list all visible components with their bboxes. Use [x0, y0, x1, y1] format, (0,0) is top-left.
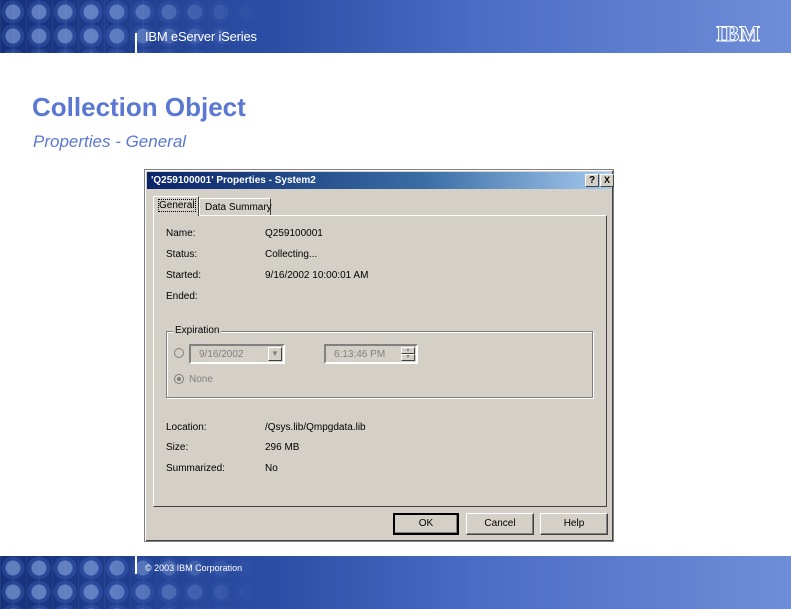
- tab-data-summary[interactable]: Data Summary: [199, 198, 272, 215]
- help-title-button[interactable]: ?: [585, 174, 599, 187]
- size-value: 296 MB: [265, 442, 300, 453]
- slide-title: Collection Object: [32, 92, 246, 122]
- help-button[interactable]: Help: [540, 513, 608, 535]
- status-label: Status:: [166, 249, 198, 260]
- summarized-value: No: [265, 463, 278, 474]
- banner-divider: [135, 33, 137, 53]
- banner-title: IBM eServer iSeries: [145, 29, 257, 44]
- slide-subtitle: Properties - General: [33, 132, 187, 151]
- location-label: Location:: [166, 422, 207, 433]
- started-value: 9/16/2002 10:00:01 AM: [265, 270, 369, 281]
- ibm-logo: IBM: [716, 21, 761, 47]
- expiration-date-radio[interactable]: [174, 348, 184, 358]
- chevron-down-icon[interactable]: ▼: [268, 347, 282, 361]
- started-label: Started:: [166, 270, 202, 281]
- expiration-date-value: 9/16/2002: [199, 349, 244, 360]
- expiration-none-radio[interactable]: [174, 374, 184, 384]
- cancel-button[interactable]: Cancel: [466, 513, 534, 535]
- expiration-group: Expiration 9/16/2002 ▼ 6:13:46 PM ▲ ▼ No…: [166, 325, 593, 398]
- dialog-title: 'Q259100001' Properties - System2: [151, 175, 316, 186]
- size-label: Size:: [166, 442, 189, 453]
- ok-button[interactable]: OK: [393, 513, 459, 535]
- summarized-label: Summarized:: [166, 463, 225, 474]
- spin-down-icon[interactable]: ▼: [401, 354, 415, 361]
- tab-general[interactable]: General: [153, 196, 199, 216]
- dialog-titlebar[interactable]: 'Q259100001' Properties - System2 ? X: [147, 172, 614, 189]
- properties-dialog: 'Q259100001' Properties - System2 ? X Ge…: [144, 169, 614, 542]
- tab-general-label: General: [158, 199, 196, 212]
- name-value: Q259100001: [265, 228, 323, 239]
- top-banner: IBM eServer iSeries IBM: [0, 0, 791, 53]
- expiration-date-dropdown[interactable]: 9/16/2002 ▼: [189, 344, 285, 364]
- ended-label: Ended:: [166, 291, 198, 302]
- expiration-legend: Expiration: [173, 325, 222, 336]
- close-title-button[interactable]: X: [600, 174, 614, 187]
- copyright-text: © 2003 IBM Corporation: [145, 563, 243, 573]
- banner-pattern: [0, 0, 260, 53]
- expiration-time-value: 6:13:46 PM: [334, 349, 386, 360]
- status-value: Collecting...: [265, 249, 318, 260]
- bottom-banner: © 2003 IBM Corporation: [0, 556, 791, 609]
- expiration-time-field[interactable]: 6:13:46 PM ▲ ▼: [324, 344, 418, 364]
- tab-data-summary-label: Data Summary: [205, 202, 272, 213]
- expiration-none-label: None: [189, 374, 213, 385]
- general-panel: Name: Q259100001 Status: Collecting... S…: [153, 215, 607, 507]
- name-label: Name:: [166, 228, 196, 239]
- spin-up-icon[interactable]: ▲: [401, 347, 415, 354]
- ibm-logo-text: IBM: [716, 21, 760, 46]
- banner-divider: [135, 556, 137, 574]
- location-value: /Qsys.lib/Qmpgdata.lib: [265, 422, 366, 433]
